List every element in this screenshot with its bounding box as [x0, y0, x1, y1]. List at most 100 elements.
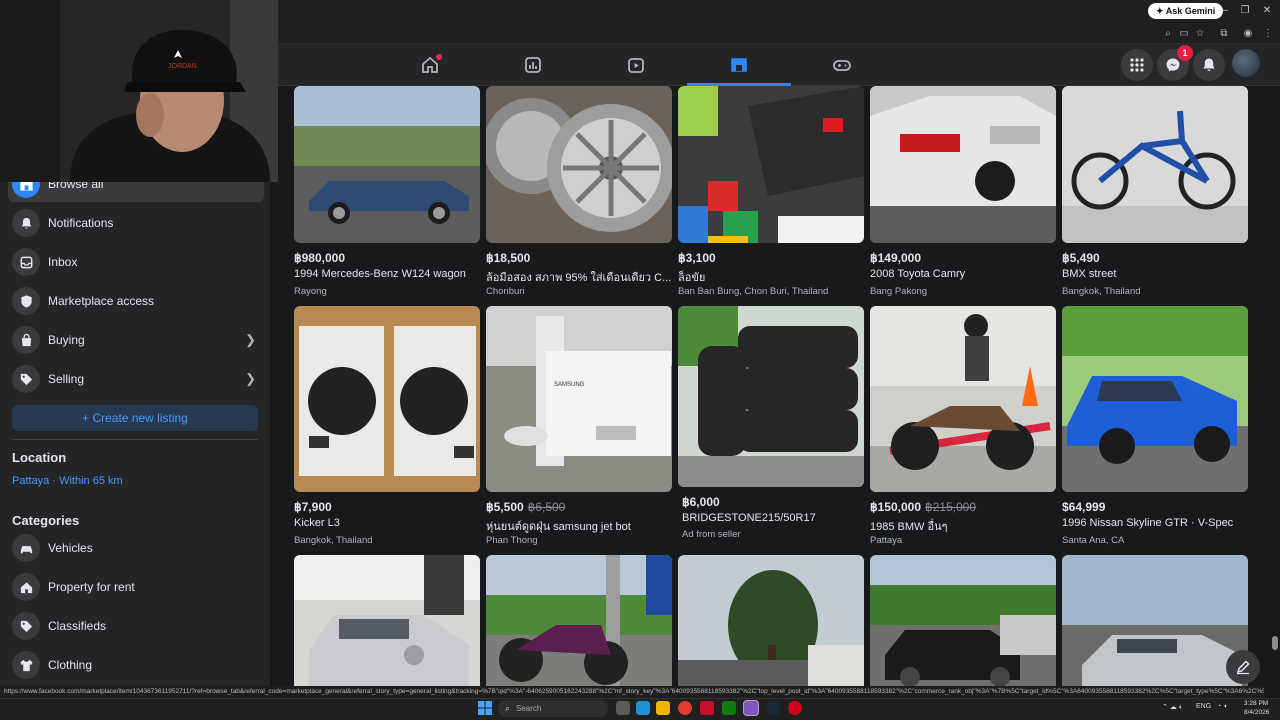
- listing-title[interactable]: หุ่นยนต์ดูดฝุ่น samsung jet bot: [486, 517, 672, 535]
- sidebar-item-buying[interactable]: Buying ❯: [8, 322, 264, 358]
- listing-image[interactable]: [294, 86, 480, 243]
- listing-image[interactable]: [486, 555, 672, 686]
- search-icon: ⌕: [505, 703, 511, 713]
- listing-title[interactable]: Kicker L3: [294, 517, 480, 529]
- grid-menu-icon: [1130, 58, 1144, 72]
- chrome-icon[interactable]: [678, 701, 692, 715]
- listing-price[interactable]: $64,999: [1062, 500, 1105, 514]
- compose-button[interactable]: [1226, 650, 1260, 684]
- listing-image[interactable]: [678, 306, 864, 487]
- maximize-icon[interactable]: ❐: [1236, 3, 1254, 19]
- nav-gaming-tab[interactable]: [790, 44, 894, 86]
- listing-location: Pattaya: [870, 535, 903, 546]
- steam-icon[interactable]: [766, 701, 780, 715]
- clock-time[interactable]: 3:28 PM: [1244, 700, 1268, 707]
- listing-price[interactable]: ฿6,000: [682, 495, 720, 509]
- listing-image[interactable]: [870, 306, 1056, 492]
- sidebar-item-marketplace-access[interactable]: Marketplace access: [8, 283, 264, 319]
- house-icon: [12, 573, 40, 601]
- listing-price[interactable]: ฿980,000: [294, 251, 345, 265]
- ask-gemini-button[interactable]: ✦ Ask Gemini: [1148, 3, 1224, 19]
- obs-icon[interactable]: [788, 701, 802, 715]
- wifi-icon[interactable]: ◔ ◖: [1217, 703, 1227, 710]
- extensions-icon[interactable]: ⧉: [1216, 26, 1232, 42]
- listing-image[interactable]: [486, 86, 672, 243]
- listing-price[interactable]: ฿149,000: [870, 251, 921, 265]
- minimize-icon[interactable]: —: [1214, 3, 1232, 19]
- listing-image[interactable]: [870, 555, 1056, 686]
- listing-title[interactable]: 2008 Toyota Camry: [870, 268, 1056, 280]
- sidebar-item-label: Selling: [48, 372, 85, 386]
- listing-title[interactable]: BRIDGESTONE215/50R17: [682, 512, 868, 524]
- listing-location: Rayong: [294, 286, 327, 297]
- messenger-icon: [1166, 58, 1180, 72]
- nav-marketplace-tab[interactable]: [687, 44, 791, 86]
- nav-home-tab[interactable]: [378, 44, 482, 86]
- video-icon: [628, 58, 644, 73]
- listing-price[interactable]: ฿7,900: [294, 500, 332, 514]
- app-icon[interactable]: [700, 701, 714, 715]
- webcam-overlay: JORDAN: [0, 0, 278, 182]
- profile-avatar[interactable]: [1232, 49, 1260, 77]
- listing-title[interactable]: 1996 Nissan Skyline GTR · V-Spec: [1062, 517, 1248, 529]
- listing-title[interactable]: 1994 Mercedes-Benz W124 wagon: [294, 268, 480, 280]
- category-property-for-rent[interactable]: Property for rent: [8, 569, 264, 605]
- listing-image[interactable]: [1062, 555, 1248, 686]
- listing-title[interactable]: ล้อมือสอง สภาพ 95% ใส่เดือนเดียว C...: [486, 268, 672, 286]
- categories-heading: Categories: [12, 513, 80, 528]
- edge-icon[interactable]: [636, 701, 650, 715]
- active-app-icon[interactable]: [743, 700, 759, 716]
- windows-start-icon[interactable]: [478, 701, 492, 715]
- listing-original-price: ฿6,500: [527, 500, 566, 514]
- listing-location: Bang Pakong: [870, 286, 928, 297]
- taskbar-search-input[interactable]: Search: [498, 700, 608, 717]
- nav-dashboard-tab[interactable]: [481, 44, 585, 86]
- listing-title[interactable]: ล็อขัย: [678, 268, 864, 286]
- category-clothing[interactable]: Clothing: [8, 647, 264, 683]
- status-bar-url: https://www.facebook.com/marketplace/ite…: [0, 686, 1264, 698]
- listing-location: Ban Ban Bung, Chon Buri, Thailand: [678, 286, 829, 297]
- profile-icon[interactable]: ◉: [1240, 26, 1256, 42]
- sidebar-item-notifications[interactable]: Notifications: [8, 205, 264, 241]
- svg-text:SAMSUNG: SAMSUNG: [554, 382, 585, 388]
- listing-image[interactable]: [294, 306, 480, 492]
- listing-image[interactable]: SAMSUNG: [486, 306, 672, 492]
- sidebar-item-selling[interactable]: Selling ❯: [8, 361, 264, 397]
- listing-image[interactable]: [1062, 306, 1248, 492]
- listing-image[interactable]: [294, 555, 480, 686]
- location-filter-link[interactable]: Pattaya · Within 65 km: [12, 475, 123, 487]
- listing-price[interactable]: ฿18,500: [486, 251, 530, 265]
- file-explorer-icon[interactable]: [656, 701, 670, 715]
- zoom-icon[interactable]: ⌕: [1160, 26, 1176, 42]
- chevron-right-icon: ❯: [245, 332, 256, 347]
- xbox-icon[interactable]: [722, 701, 736, 715]
- menu-button[interactable]: [1121, 49, 1153, 81]
- close-icon[interactable]: ✕: [1258, 3, 1276, 19]
- category-classifieds[interactable]: Classifieds: [8, 608, 264, 644]
- notifications-button[interactable]: [1193, 49, 1225, 81]
- listing-image[interactable]: [870, 86, 1056, 243]
- category-vehicles[interactable]: Vehicles: [8, 530, 264, 566]
- listing-price[interactable]: ฿150,000 ฿215,000: [870, 500, 976, 514]
- menu-dots-icon[interactable]: ⋮: [1260, 26, 1276, 42]
- scrollbar-thumb[interactable]: [1272, 636, 1278, 650]
- listing-image[interactable]: [1062, 86, 1248, 243]
- bell-icon: [12, 209, 40, 237]
- listing-image[interactable]: [678, 555, 864, 686]
- language-indicator[interactable]: ENG: [1196, 703, 1211, 710]
- sidebar-item-inbox[interactable]: Inbox: [8, 244, 264, 280]
- nav-video-tab[interactable]: [584, 44, 688, 86]
- bookmark-star-icon[interactable]: ☆: [1192, 26, 1208, 42]
- listing-price[interactable]: ฿3,100: [678, 251, 716, 265]
- listing-title[interactable]: 1985 BMW อื่นๆ: [870, 517, 1056, 535]
- tray-icons[interactable]: ⌃ ☁ ◐: [1162, 703, 1183, 711]
- clock-date[interactable]: 8/4/2026: [1244, 709, 1269, 716]
- car-icon: [12, 534, 40, 562]
- listing-image[interactable]: [678, 86, 864, 243]
- listing-price[interactable]: ฿5,490: [1062, 251, 1100, 265]
- listing-price[interactable]: ฿5,500 ฿6,500: [486, 500, 565, 514]
- task-view-icon[interactable]: [616, 701, 630, 715]
- create-new-listing-button[interactable]: + Create new listing: [12, 405, 258, 431]
- cast-icon[interactable]: ▭: [1176, 26, 1192, 42]
- listing-title[interactable]: BMX street: [1062, 268, 1248, 280]
